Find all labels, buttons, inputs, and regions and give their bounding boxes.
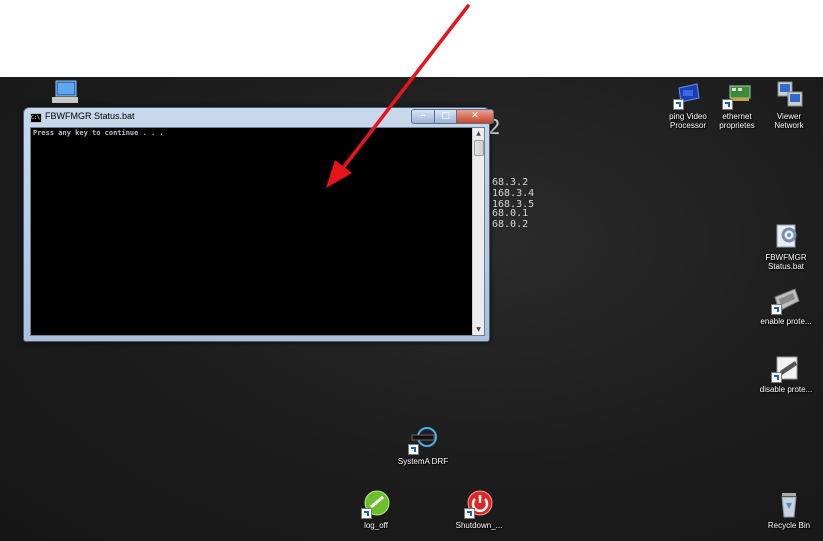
- annotation-arrow: [326, 4, 470, 188]
